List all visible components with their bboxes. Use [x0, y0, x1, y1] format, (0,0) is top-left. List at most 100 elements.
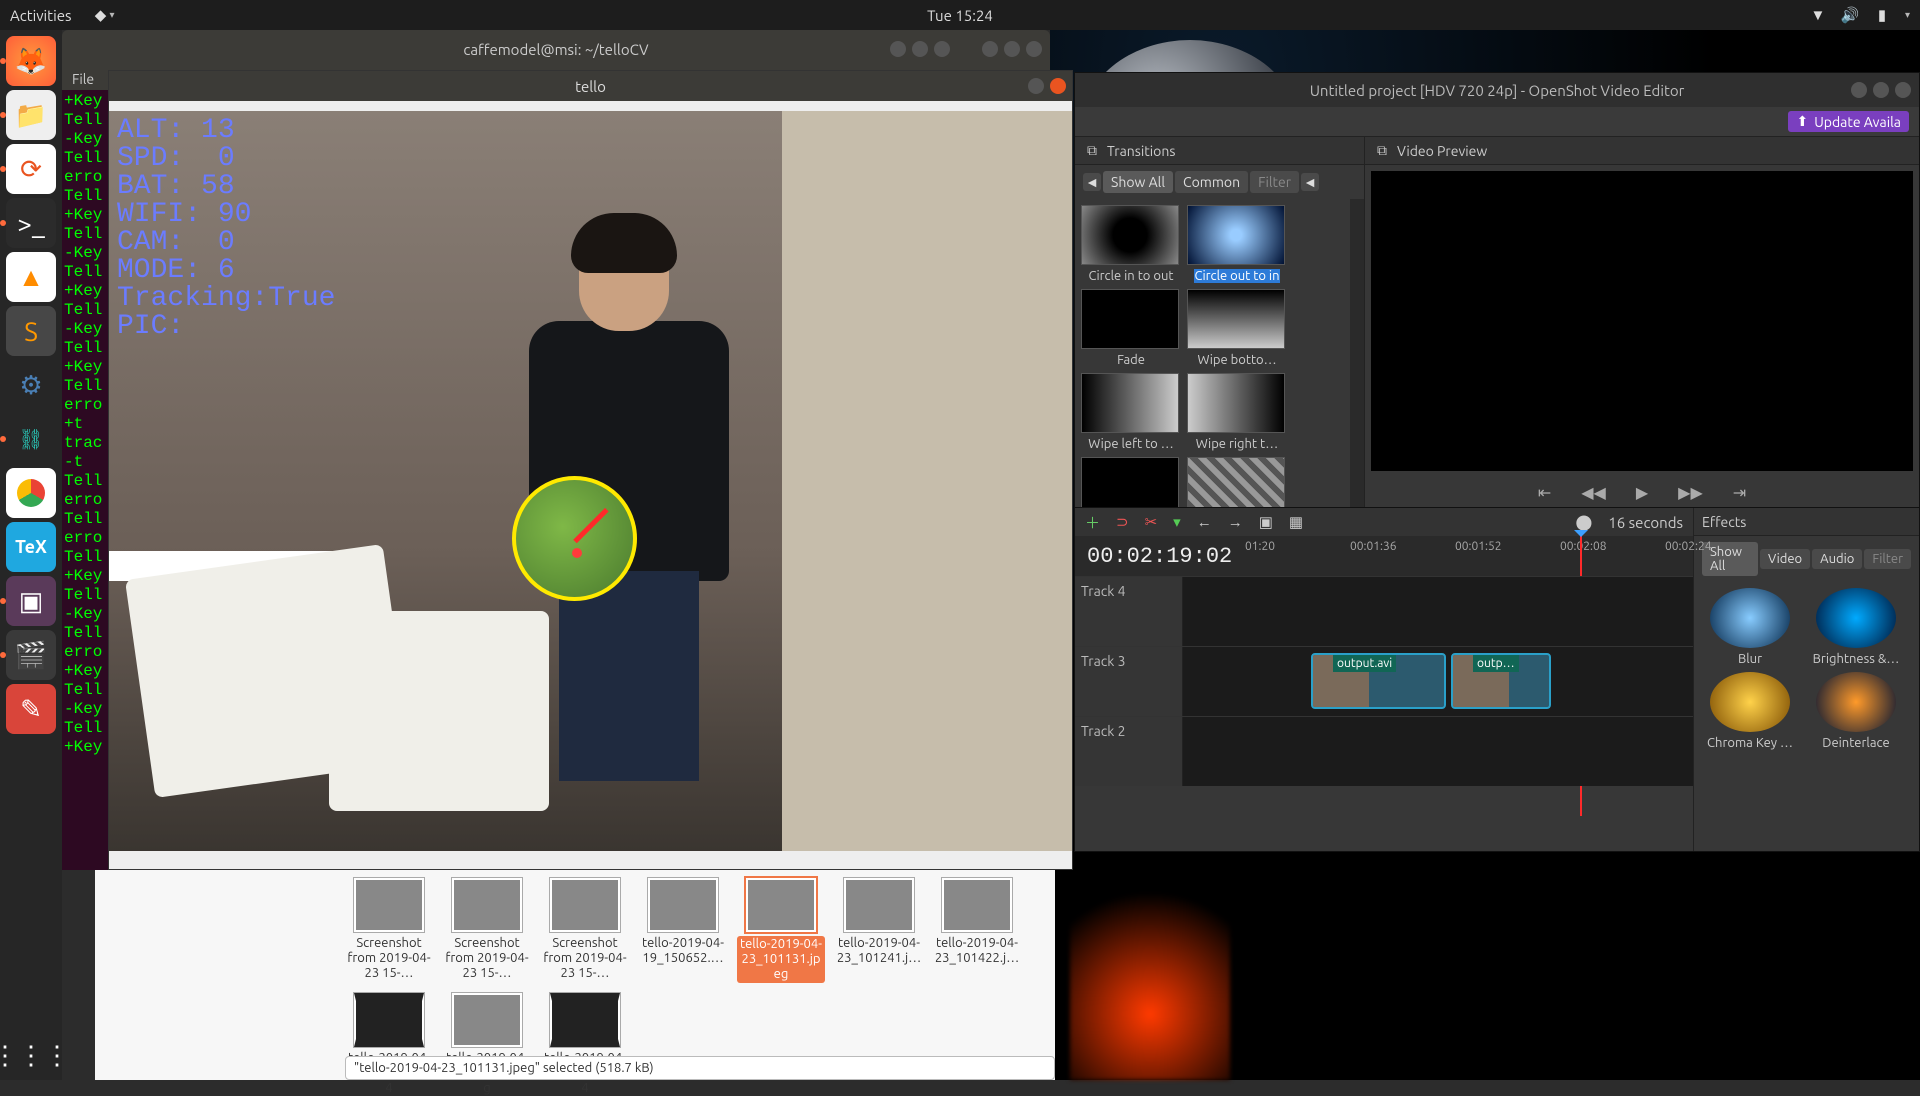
- file-manager: Screenshot from 2019-04-23 15-…Screensho…: [95, 870, 1055, 1080]
- minimize-icon[interactable]: [1851, 82, 1867, 98]
- minimize-icon[interactable]: [890, 41, 906, 57]
- next-marker-icon[interactable]: →: [1228, 513, 1243, 531]
- network-icon[interactable]: ▼: [1809, 6, 1827, 24]
- software-updater-icon[interactable]: ⟳: [6, 144, 56, 194]
- timeline-track[interactable]: Track 4: [1075, 576, 1693, 646]
- tab-audio[interactable]: Audio: [1812, 549, 1862, 569]
- terminal-icon[interactable]: >_: [6, 198, 56, 248]
- timeline-clip[interactable]: output.avi: [1311, 653, 1446, 709]
- effect-item[interactable]: Chroma Key …: [1700, 672, 1800, 750]
- effect-label: Chroma Key …: [1707, 736, 1793, 750]
- update-available-button[interactable]: ⬆ Update Availa: [1788, 111, 1909, 132]
- timeline-track[interactable]: Track 3 output.avioutp…: [1075, 646, 1693, 716]
- center-icon[interactable]: ▣: [1259, 513, 1273, 531]
- effect-item[interactable]: Brightness &…: [1806, 588, 1906, 666]
- terminal-titlebar[interactable]: caffemodel@msi: ~/telloCV: [62, 30, 1050, 68]
- transition-item[interactable]: Circle out to in: [1187, 205, 1287, 283]
- file-item[interactable]: tello-2019-04-23_102611.jpeg: [443, 993, 531, 1096]
- settings-icon[interactable]: ⚙: [6, 360, 56, 410]
- minimize-icon[interactable]: [1028, 78, 1044, 94]
- close-icon[interactable]: [1026, 41, 1042, 57]
- maximize-icon[interactable]: [912, 41, 928, 57]
- track-header[interactable]: Track 3: [1075, 647, 1183, 716]
- file-item[interactable]: Screenshot from 2019-04-23 15-…: [541, 878, 629, 983]
- effect-item[interactable]: Deinterlace: [1806, 672, 1906, 750]
- rewind-icon[interactable]: ◀◀: [1581, 483, 1606, 502]
- screenshot-icon[interactable]: ▣: [6, 576, 56, 626]
- video-preview[interactable]: [1371, 171, 1913, 471]
- activities-button[interactable]: Activities: [10, 7, 72, 24]
- filter-input[interactable]: Filter: [1250, 171, 1299, 193]
- volume-icon[interactable]: 🔊: [1841, 6, 1859, 24]
- transition-item[interactable]: Wipe botto…: [1187, 289, 1287, 367]
- file-name: Screenshot from 2019-04-23 15-…: [541, 936, 629, 981]
- maximize-icon[interactable]: [1004, 41, 1020, 57]
- add-track-icon[interactable]: ＋: [1085, 512, 1100, 533]
- back-icon[interactable]: ◄: [1083, 173, 1101, 191]
- files-icon[interactable]: 📁: [6, 90, 56, 140]
- play-icon[interactable]: ▶: [1636, 483, 1648, 502]
- maximize-icon[interactable]: [1873, 82, 1889, 98]
- link-icon[interactable]: ⛓: [6, 414, 56, 464]
- transition-item[interactable]: [1187, 457, 1287, 507]
- show-apps-icon[interactable]: ⋮⋮⋮: [6, 1030, 56, 1080]
- zoom-slider-handle[interactable]: ⬤: [1576, 513, 1593, 531]
- jump-start-icon[interactable]: ⇤: [1538, 483, 1551, 502]
- file-item[interactable]: tello-2019-04-23_101131.jpeg: [737, 878, 825, 983]
- track-header[interactable]: Track 4: [1075, 577, 1183, 646]
- file-item[interactable]: tello-2019-04-23_102112.mp4: [345, 993, 433, 1096]
- forward-icon[interactable]: ▶▶: [1678, 483, 1703, 502]
- prev-marker-icon[interactable]: ←: [1197, 513, 1212, 531]
- clear-icon[interactable]: ◄: [1301, 173, 1319, 191]
- file-item[interactable]: Screenshot from 2019-04-23 15-…: [443, 878, 531, 983]
- snap-icon[interactable]: ▦: [1289, 513, 1303, 531]
- timeline-ruler[interactable]: 00:02:19:02 01:2000:01:3600:01:5200:02:0…: [1075, 536, 1693, 576]
- chrome-icon[interactable]: [6, 468, 56, 518]
- tab-common[interactable]: Common: [1175, 171, 1248, 193]
- track-header[interactable]: Track 2: [1075, 717, 1183, 786]
- close-icon[interactable]: [934, 41, 950, 57]
- hud-overlay: ALT: 13 SPD: 0 BAT: 58 WIFI: 90 CAM: 0 M…: [117, 117, 335, 341]
- minimize-icon[interactable]: [982, 41, 998, 57]
- clock[interactable]: Tue 15:24: [927, 7, 993, 24]
- effect-item[interactable]: Blur: [1700, 588, 1800, 666]
- menu-file[interactable]: File: [72, 71, 94, 87]
- notes-icon[interactable]: ✎: [6, 684, 56, 734]
- tello-titlebar[interactable]: tello: [109, 71, 1072, 101]
- transition-item[interactable]: Wipe left to …: [1081, 373, 1181, 451]
- razor-icon[interactable]: ✂: [1145, 513, 1158, 531]
- magnet-icon[interactable]: ⊃: [1116, 513, 1129, 531]
- video-editor-icon[interactable]: 🎬: [6, 630, 56, 680]
- timeline-track[interactable]: Track 2: [1075, 716, 1693, 786]
- jump-end-icon[interactable]: ⇥: [1733, 483, 1746, 502]
- file-item[interactable]: tello-2019-04-19_150652.…: [639, 878, 727, 983]
- transition-item[interactable]: Circle in to out: [1081, 205, 1181, 283]
- close-icon[interactable]: [1895, 82, 1911, 98]
- sublime-icon[interactable]: S: [6, 306, 56, 356]
- battery-icon[interactable]: ▮: [1873, 6, 1891, 24]
- chevron-down-icon[interactable]: ▾: [1905, 9, 1910, 21]
- transition-item[interactable]: [1081, 457, 1181, 507]
- transition-item[interactable]: Fade: [1081, 289, 1181, 367]
- file-item[interactable]: tello-2019-04-23_101241.j…: [835, 878, 923, 983]
- marker-icon[interactable]: ▾: [1173, 513, 1181, 531]
- openshot-titlebar[interactable]: Untitled project [HDV 720 24p] - OpenSho…: [1075, 73, 1919, 107]
- transition-item[interactable]: Wipe right t…: [1187, 373, 1287, 451]
- file-item[interactable]: Screenshot from 2019-04-23 15-…: [345, 878, 433, 983]
- undock-icon[interactable]: ⧉: [1083, 142, 1101, 160]
- transitions-grid[interactable]: Circle in to outCircle out to inFadeWipe…: [1075, 199, 1350, 507]
- effects-grid[interactable]: BlurBrightness &… Chroma Key … Deinterlace: [1694, 582, 1919, 851]
- file-item[interactable]: tello-2019-04-23_101422.j…: [933, 878, 1021, 983]
- tex-icon[interactable]: TeX: [6, 522, 56, 572]
- filter-input[interactable]: Filter: [1864, 549, 1911, 569]
- file-item[interactable]: tello-2019-04-23_150720.mp4: [541, 993, 629, 1096]
- scrollbar[interactable]: [1350, 199, 1364, 507]
- vlc-icon[interactable]: ▲: [6, 252, 56, 302]
- app-menu-icon[interactable]: ◆: [92, 6, 110, 24]
- tab-show-all[interactable]: Show All: [1103, 171, 1173, 193]
- firefox-icon[interactable]: 🦊: [6, 36, 56, 86]
- timeline-clip[interactable]: outp…: [1451, 653, 1551, 709]
- tab-video[interactable]: Video: [1760, 549, 1810, 569]
- undock-icon[interactable]: ⧉: [1373, 142, 1391, 160]
- close-icon[interactable]: [1050, 78, 1066, 94]
